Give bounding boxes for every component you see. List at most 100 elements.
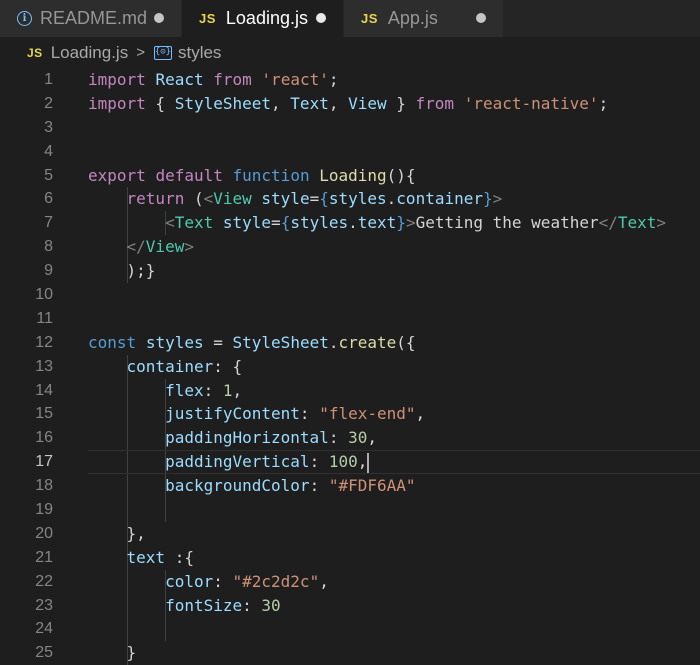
code-token: create xyxy=(338,332,397,352)
tab-loading[interactable]: JS Loading.js xyxy=(182,0,344,37)
text-cursor xyxy=(367,452,370,473)
code-token: }, xyxy=(88,523,146,543)
line-number: 6 xyxy=(44,190,53,208)
line-number: 11 xyxy=(36,309,53,327)
code-token: : xyxy=(309,476,329,496)
indent-guide xyxy=(126,617,128,642)
code-line[interactable]: 20 }, xyxy=(0,521,700,546)
code-text: return (<View style={styles.container}> xyxy=(88,187,503,211)
code-token: { xyxy=(319,189,329,209)
code-token: : xyxy=(309,452,329,472)
code-line[interactable]: 22 color: "#2c2d2c", xyxy=(0,569,700,594)
code-token: (){ xyxy=(386,165,416,185)
code-token: > xyxy=(405,213,416,233)
code-token: import xyxy=(88,70,146,89)
unsaved-dot-icon[interactable] xyxy=(154,13,164,23)
tab-label: README.md xyxy=(40,8,148,28)
line-number: 24 xyxy=(35,620,53,638)
code-text: justifyContent: "flex-end", xyxy=(88,402,425,426)
code-token: ; xyxy=(598,93,609,113)
code-line[interactable]: 12 const styles = StyleSheet.create({ xyxy=(0,331,700,355)
code-text: paddingVertical: 100, xyxy=(88,450,370,474)
code-text: }, xyxy=(88,522,146,546)
tab-readme[interactable]: i README.md xyxy=(0,0,182,37)
line-number: 1 xyxy=(44,71,53,88)
code-text: );} xyxy=(88,259,156,283)
code-line[interactable]: 23 fontSize: 30 xyxy=(0,593,700,618)
code-token: 'react-native' xyxy=(463,93,599,113)
breadcrumb-file[interactable]: Loading.js xyxy=(51,43,129,63)
code-token: default xyxy=(155,165,223,185)
code-line[interactable]: 13 container: { xyxy=(0,354,700,379)
code-token: , xyxy=(271,93,291,113)
code-line[interactable]: 14 flex: 1, xyxy=(0,378,700,403)
breadcrumb-symbol[interactable]: styles xyxy=(178,43,221,63)
code-token: } xyxy=(88,643,137,663)
code-token: > xyxy=(656,213,667,233)
code-token: backgroundColor xyxy=(165,476,310,496)
code-token: from xyxy=(213,70,252,89)
code-editor[interactable]: 1 import React from 'react'; 2 import { Sty… xyxy=(0,68,700,665)
code-token: , xyxy=(357,452,368,472)
code-line[interactable]: 10 xyxy=(0,283,700,307)
code-text: const styles = StyleSheet.create({ xyxy=(88,331,416,355)
code-token: ({ xyxy=(396,332,416,352)
code-line[interactable]: 19 xyxy=(0,498,700,522)
tab-app[interactable]: JS App.js xyxy=(344,0,504,37)
code-line[interactable]: 24 xyxy=(0,617,700,642)
code-token: View xyxy=(145,237,185,257)
code-token: import xyxy=(88,93,146,113)
code-token: 1 xyxy=(222,380,233,400)
code-token: React xyxy=(155,70,204,89)
code-line[interactable]: 3 xyxy=(0,116,700,140)
code-token: { xyxy=(280,213,291,233)
code-token: container xyxy=(396,189,483,209)
code-line[interactable]: 4 xyxy=(0,140,700,164)
code-token: :{ xyxy=(165,547,194,567)
code-line[interactable]: 7 <Text style={styles.text}>Getting the … xyxy=(0,211,700,236)
code-line[interactable]: 8 </View> xyxy=(0,235,700,260)
line-number: 19 xyxy=(35,501,53,519)
code-token: > xyxy=(492,189,503,209)
code-line[interactable]: 1 import React from 'react'; xyxy=(0,68,700,92)
code-token: StyleSheet xyxy=(174,93,272,113)
code-line[interactable]: 9 );} xyxy=(0,259,700,284)
code-token: . xyxy=(348,213,358,233)
code-token: , xyxy=(367,428,377,448)
code-text: } xyxy=(88,641,137,665)
code-line[interactable]: 21 text :{ xyxy=(0,545,700,570)
unsaved-dot-icon[interactable] xyxy=(476,13,486,23)
code-token: return xyxy=(126,189,185,209)
code-text: <Text style={styles.text}>Getting the we… xyxy=(88,211,666,235)
code-token: : xyxy=(213,571,233,591)
code-token: color xyxy=(165,571,214,591)
line-number: 4 xyxy=(44,142,53,160)
code-line[interactable]: 17 paddingVertical: 100, xyxy=(0,450,700,475)
symbol-variable-icon: {⊝} xyxy=(153,45,172,60)
code-token: Text xyxy=(290,93,329,113)
code-line[interactable]: 16 paddingHorizontal: 30, xyxy=(0,426,700,451)
code-line[interactable]: 6 return (<View style={styles.container}… xyxy=(0,187,700,212)
code-token: paddingVertical xyxy=(165,452,310,472)
code-token: < xyxy=(203,189,214,209)
code-token: from xyxy=(415,93,455,113)
code-token: Loading xyxy=(319,165,387,185)
code-token: View xyxy=(348,93,387,113)
line-number: 5 xyxy=(44,166,53,184)
code-line[interactable]: 18 backgroundColor: "#FDF6AA" xyxy=(0,474,700,499)
code-line[interactable]: 15 justifyContent: "flex-end", xyxy=(0,402,700,427)
unsaved-dot-icon[interactable] xyxy=(316,13,326,23)
line-number: 15 xyxy=(35,405,53,423)
code-line[interactable]: 11 xyxy=(0,307,700,331)
code-line[interactable]: 25 } xyxy=(0,641,700,665)
code-line[interactable]: 5 export default function Loading(){ xyxy=(0,164,700,188)
line-number: 10 xyxy=(35,286,53,304)
code-line[interactable]: 2 import { StyleSheet, Text, View } from … xyxy=(0,92,700,116)
